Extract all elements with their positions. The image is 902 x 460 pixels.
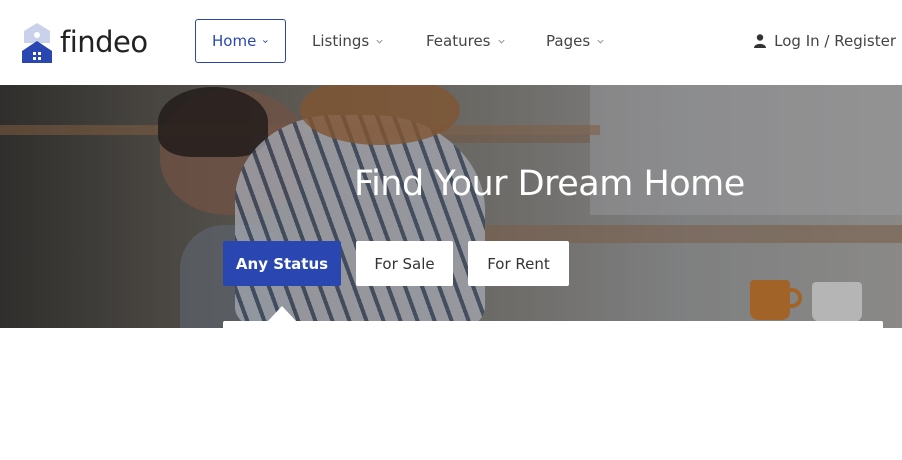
hero-title: Find Your Dream Home — [354, 164, 745, 204]
brand-name: findeo — [60, 25, 148, 59]
login-register-link[interactable]: Log In / Register — [754, 19, 896, 63]
nav-item-label: Pages — [546, 32, 591, 50]
chevron-down-icon — [376, 39, 383, 44]
selected-tab-pointer — [268, 306, 296, 321]
status-tab-any[interactable]: Any Status — [223, 241, 341, 286]
status-tab-for-rent[interactable]: For Rent — [468, 241, 569, 286]
login-label: Log In / Register — [774, 32, 896, 50]
status-tab-for-sale[interactable]: For Sale — [356, 241, 453, 286]
hero-banner — [0, 85, 902, 328]
nav-item-label: Listings — [312, 32, 370, 50]
search-form-card — [223, 321, 883, 341]
chevron-down-icon — [597, 39, 604, 44]
brand-logo[interactable]: findeo — [22, 20, 148, 64]
site-header: findeo Home Listings Features Pages Log … — [0, 0, 902, 85]
hero-overlay — [0, 85, 902, 328]
chevron-down-icon — [263, 39, 268, 43]
nav-item-features[interactable]: Features — [426, 19, 506, 63]
nav-item-listings[interactable]: Listings — [312, 19, 384, 63]
user-icon — [754, 34, 767, 48]
nav-item-label: Home — [212, 32, 257, 50]
house-logo-icon — [22, 23, 52, 63]
main-nav: Home Listings Features Pages — [195, 19, 604, 63]
nav-item-label: Features — [426, 32, 491, 50]
nav-item-pages[interactable]: Pages — [546, 19, 605, 63]
nav-item-home[interactable]: Home — [195, 19, 286, 63]
chevron-down-icon — [497, 39, 505, 44]
